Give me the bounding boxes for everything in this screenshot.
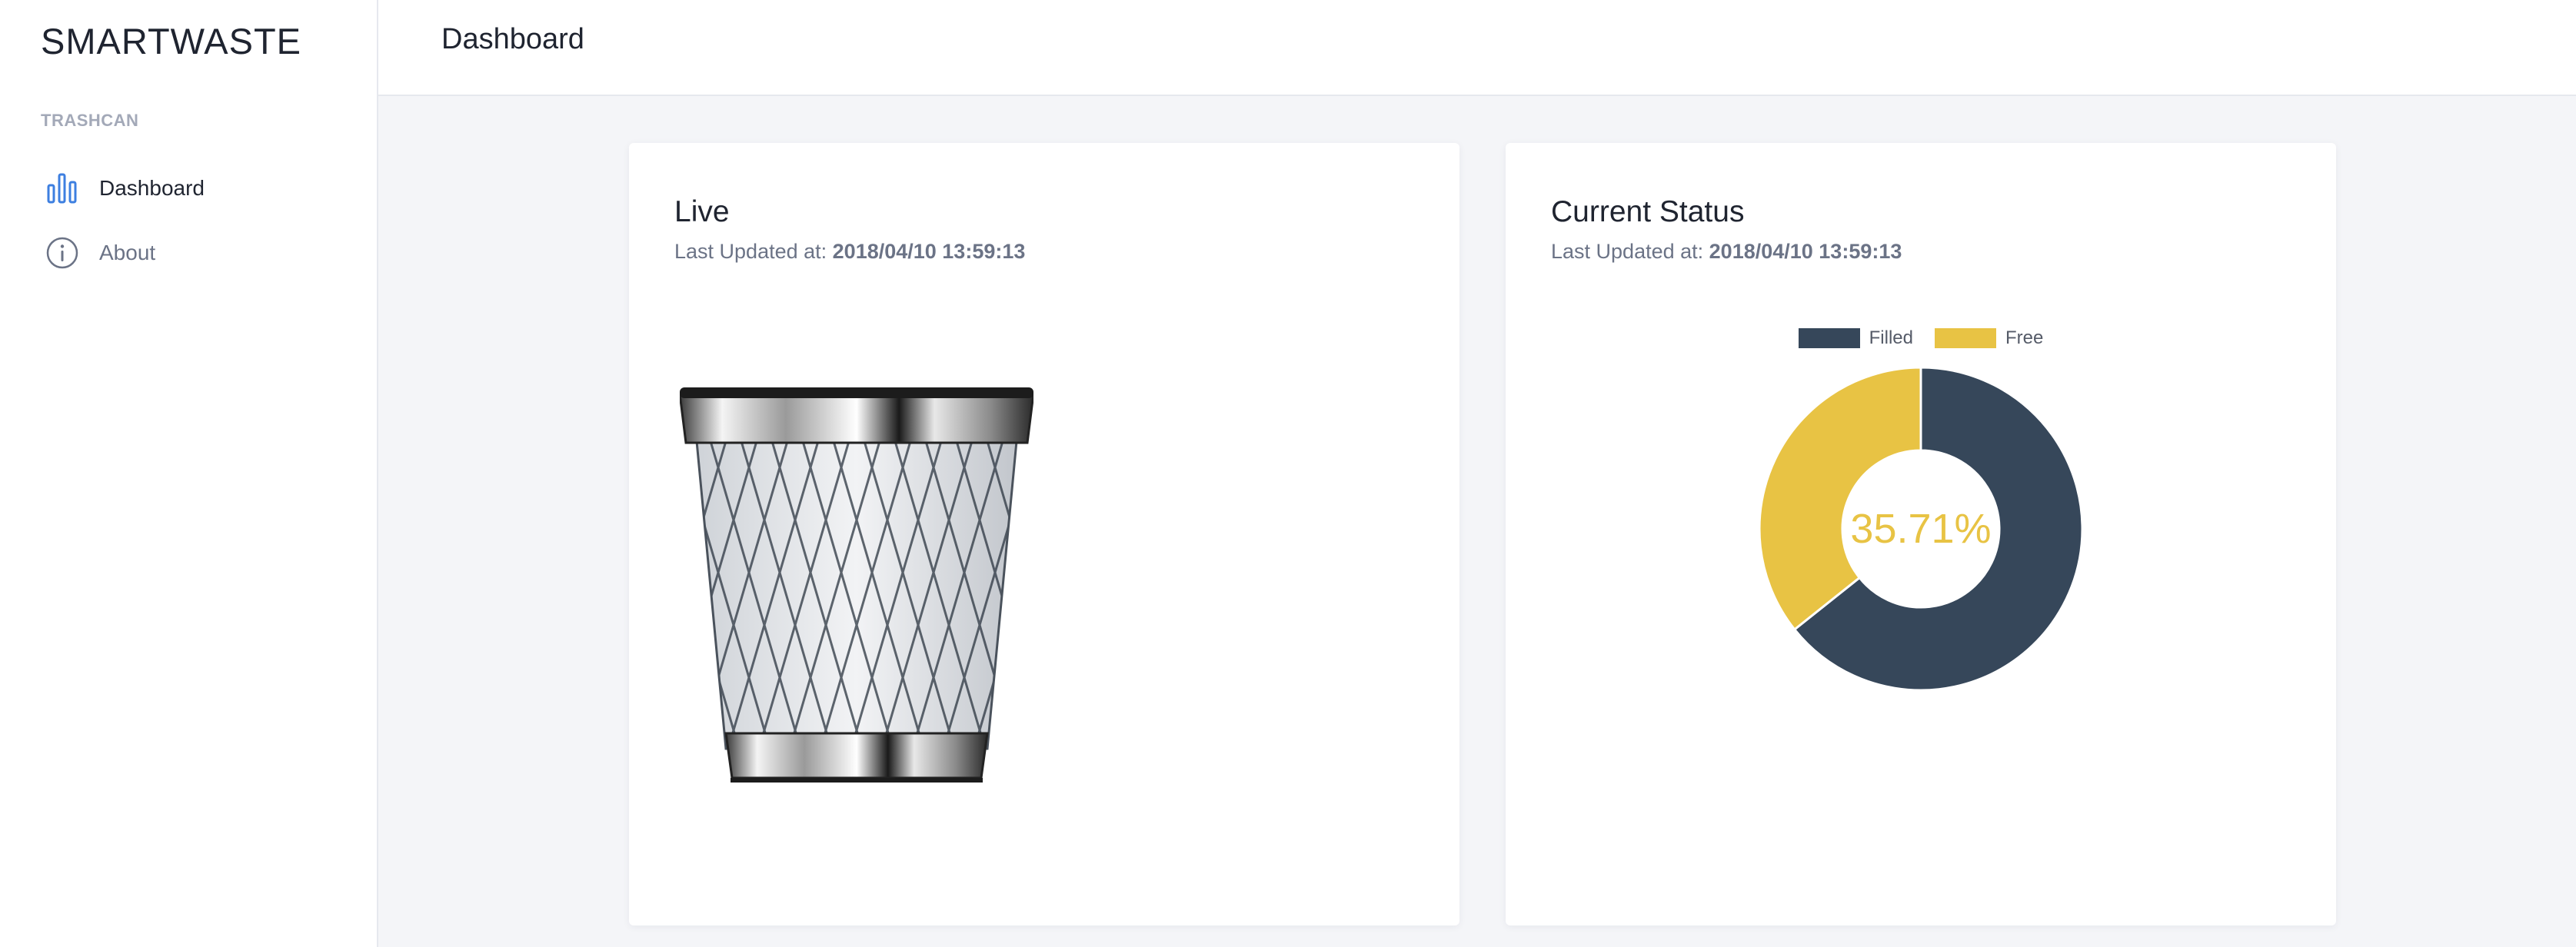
last-updated-label: Last Updated at: [674,240,827,263]
legend-label: Free [2005,327,2044,348]
legend-swatch-free [1935,328,1996,348]
page-title: Dashboard [441,23,584,55]
card-title: Live [674,195,730,228]
legend-item-filled[interactable]: Filled [1798,327,1913,349]
last-updated-timestamp: 2018/04/10 13:59:13 [1709,240,1902,263]
sidebar: SMARTWASTE TRASHCAN Dashboard About [0,0,378,947]
last-updated-timestamp: 2018/04/10 13:59:13 [832,240,1026,263]
legend-label: Filled [1869,327,1913,348]
last-updated: Last Updated at: 2018/04/10 13:59:13 [1551,240,1902,264]
donut-chart: 35.71% [1758,366,2084,692]
chart-legend: Filled Free [1506,327,2336,349]
trash-can-icon [678,387,1035,787]
sidebar-item-label: About [99,241,156,264]
donut-slice-free[interactable] [1758,366,1922,631]
donut-center-label: 35.71% [1850,506,1991,552]
last-updated-label: Last Updated at: [1551,240,1704,263]
legend-swatch-filled [1798,328,1860,348]
last-updated: Last Updated at: 2018/04/10 13:59:13 [674,240,1025,264]
sidebar-item-dashboard[interactable]: Dashboard [41,165,348,211]
status-card: Current Status Last Updated at: 2018/04/… [1506,143,2336,925]
card-title: Current Status [1551,195,1745,228]
brand-logo[interactable]: SMARTWASTE [41,20,301,62]
sidebar-item-label: Dashboard [99,176,205,200]
sidebar-item-about[interactable]: About [41,230,348,276]
live-card: Live Last Updated at: 2018/04/10 13:59:1… [629,143,1459,925]
sidebar-section-label: TRASHCAN [41,111,139,130]
legend-item-free[interactable]: Free [1935,327,2043,349]
info-icon [41,231,84,274]
top-bar: Dashboard [378,0,2576,96]
app: SMARTWASTE TRASHCAN Dashboard About Dash… [0,0,2576,947]
bar-chart-icon [41,167,84,210]
